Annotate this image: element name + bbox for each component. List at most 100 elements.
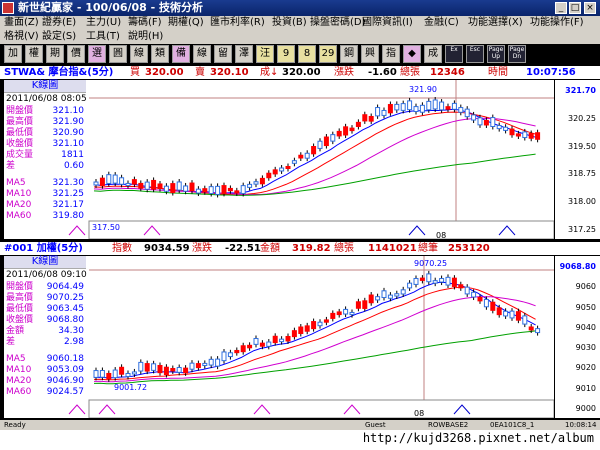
menu-item[interactable]: 主力(U) <box>86 16 121 30</box>
menu-item[interactable]: 證券(E) <box>42 16 76 30</box>
info-row: 成交量 1811 <box>6 150 84 161</box>
candle-body <box>106 174 112 184</box>
ma-value: 9053.09 <box>46 365 84 375</box>
toolbar-button[interactable]: 鋼 <box>340 45 358 63</box>
candle-body <box>368 294 374 304</box>
candle-body <box>151 363 157 371</box>
toolbar-button[interactable]: 澤 <box>235 45 253 63</box>
index-change: -22.51 <box>225 243 261 254</box>
candle-body <box>343 126 349 136</box>
toolbar-button[interactable]: Page Dn <box>508 45 526 63</box>
candle-body <box>464 286 470 295</box>
candle-body <box>240 345 246 353</box>
toolbar-button[interactable]: 指 <box>382 45 400 63</box>
menu-item[interactable]: 操盤密碼(D) <box>310 16 366 30</box>
candle-body <box>304 152 310 159</box>
quote-time: 10:07:56 <box>526 67 576 78</box>
menu-item[interactable]: 說明(H) <box>128 30 163 44</box>
info-value: 9064.49 <box>46 282 84 292</box>
high-price-label: 9070.25 <box>414 259 447 268</box>
candle-body <box>298 154 304 159</box>
candle-body <box>247 344 253 349</box>
toolbar-button[interactable]: 備 <box>172 45 190 63</box>
toolbar-button[interactable]: 選 <box>88 45 106 63</box>
title-bar: 新世紀贏家 - 100/06/08 - 技術分析 _ □ × <box>0 0 600 16</box>
toolbar-button[interactable]: 權 <box>25 45 43 63</box>
status-text: Ready <box>4 421 26 429</box>
menu-item[interactable]: 設定(S) <box>42 30 76 44</box>
menu-item[interactable]: 投資(B) <box>272 16 307 30</box>
toolbar-button[interactable]: 成 <box>424 45 442 63</box>
index-candlestick-chart: 9070.25 9001.72 08 <box>68 256 555 419</box>
toolbar-button[interactable]: 期 <box>46 45 64 63</box>
candle-body <box>176 367 182 373</box>
info-row: 最低價 320.90 <box>6 128 84 139</box>
menu-item[interactable]: 匯市利率(R) <box>210 16 265 30</box>
candle-body <box>323 319 329 323</box>
toolbar-button[interactable]: Ex <box>445 45 463 63</box>
candle-body <box>426 273 432 283</box>
info-label: 收盤價 <box>6 315 34 325</box>
candle-body <box>279 167 285 172</box>
toolbar-button[interactable]: 線 <box>193 45 211 63</box>
candle-body <box>93 370 99 378</box>
candle-body <box>215 358 221 367</box>
toolbar-button[interactable]: 加 <box>4 45 22 63</box>
menu-item[interactable]: 工具(T) <box>86 30 120 44</box>
menu-item[interactable]: 國際資訊(I) <box>362 16 413 30</box>
candle-body <box>291 330 297 338</box>
candle-body <box>381 290 387 299</box>
menu-item[interactable]: 金融(C) <box>424 16 459 30</box>
total-volume: 12346 <box>430 67 465 78</box>
toolbar-button[interactable]: 9 <box>277 45 295 63</box>
info-value: 321.10 <box>52 106 85 116</box>
candle-body <box>509 310 515 319</box>
minimize-icon[interactable]: _ <box>555 2 567 14</box>
candle-body <box>304 325 310 332</box>
ma-row: MA5 9060.18 <box>6 354 84 365</box>
toolbar-button[interactable]: 29 <box>319 45 337 63</box>
toolbar-button[interactable]: Page Up <box>487 45 505 63</box>
axis-tick-label: 9030 <box>575 343 596 353</box>
toolbar-button[interactable]: 價 <box>67 45 85 63</box>
toolbar-button[interactable]: ◆ <box>403 45 421 63</box>
toolbar-button[interactable]: 圓 <box>109 45 127 63</box>
candle-body <box>279 338 285 343</box>
toolbar-button[interactable]: 留 <box>214 45 232 63</box>
chart-panel-taiex-index: #001 加權(5分) 指數 9034.59 漲跌 -22.51 金額 319.… <box>0 241 600 420</box>
ma-value: 9024.57 <box>46 387 84 397</box>
toolbar-button[interactable]: 汪 <box>256 45 274 63</box>
menu-item[interactable]: 籌碼(F) <box>128 16 162 30</box>
menu-bar-secondary: 格視(V) 設定(S) 工具(T) 說明(H) <box>0 30 600 44</box>
menu-item[interactable]: 功能操作(F) <box>530 16 584 30</box>
toolbar-button[interactable]: Esc <box>466 45 484 63</box>
candle-body <box>368 115 374 122</box>
ma-value: 9046.90 <box>46 376 84 386</box>
index-candlestick-plot[interactable]: 9070.25 9001.72 08 <box>4 256 555 419</box>
candle-body <box>458 107 464 113</box>
close-icon[interactable]: × <box>584 2 596 14</box>
candle-body <box>240 185 246 194</box>
ma-label: MA10 <box>6 365 32 375</box>
candle-body <box>336 311 342 316</box>
ma-value: 321.25 <box>52 189 85 199</box>
candle-body <box>496 307 502 316</box>
candle-body <box>477 296 483 302</box>
maximize-icon[interactable]: □ <box>569 2 581 14</box>
info-value: 320.90 <box>52 128 85 138</box>
toolbar-button[interactable]: 類 <box>151 45 169 63</box>
candle-body <box>528 326 534 331</box>
menu-item[interactable]: 期權(Q) <box>168 16 204 30</box>
menu-item[interactable]: 功能選擇(X) <box>468 16 523 30</box>
ma-label: MA20 <box>6 200 32 210</box>
menu-item[interactable]: 格視(V) <box>4 30 39 44</box>
menu-item[interactable]: 畫面(Z) <box>4 16 39 30</box>
axis-tick-label: 9060 <box>575 282 596 292</box>
candle-body <box>119 177 125 185</box>
status-user: Guest <box>365 421 386 429</box>
toolbar-button[interactable]: 興 <box>361 45 379 63</box>
candle-body <box>266 341 272 347</box>
candle-body <box>407 100 413 111</box>
toolbar-button[interactable]: 8 <box>298 45 316 63</box>
toolbar-button[interactable]: 線 <box>130 45 148 63</box>
